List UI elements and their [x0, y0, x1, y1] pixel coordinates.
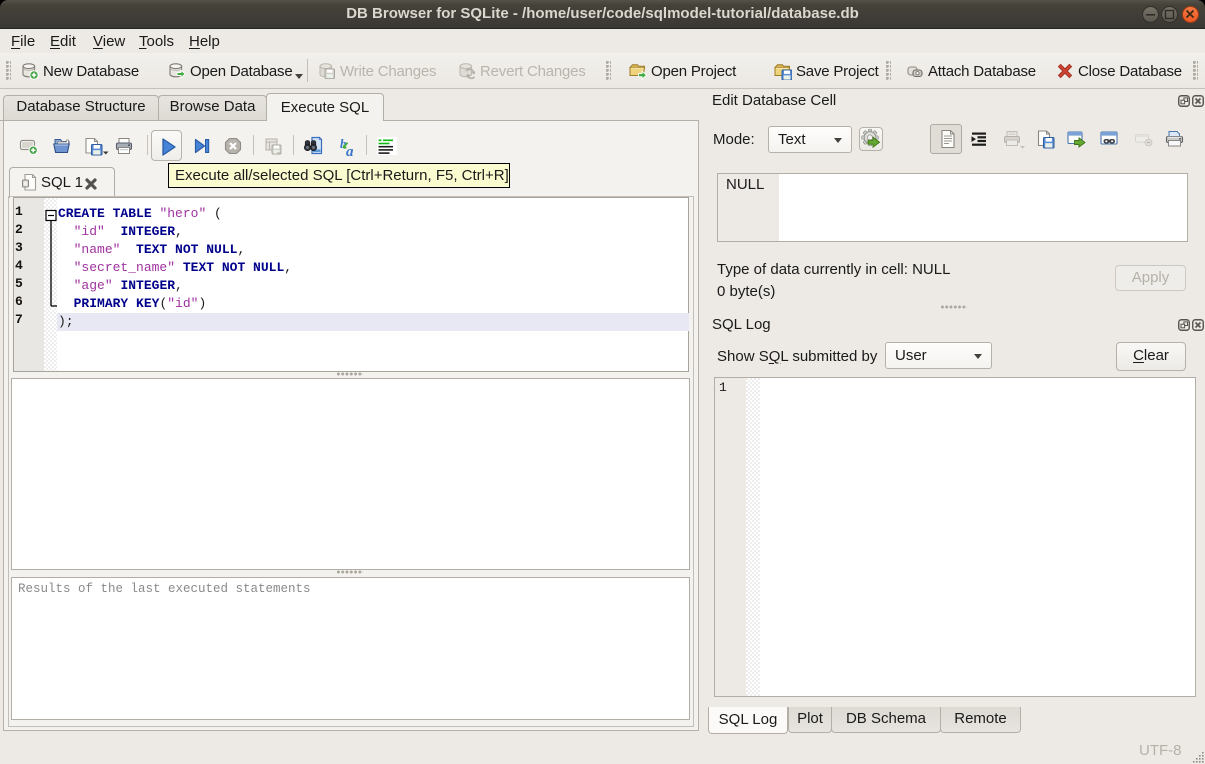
svg-text:a: a	[346, 144, 354, 158]
